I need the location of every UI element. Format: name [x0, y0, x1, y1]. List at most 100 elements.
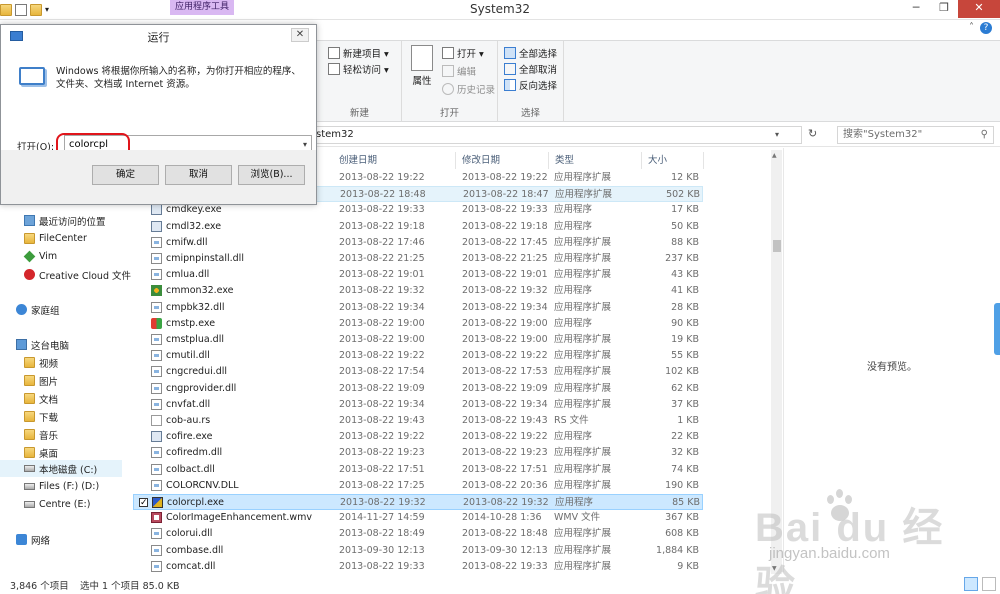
recent-places-icon [24, 215, 35, 226]
file-row[interactable]: comcat.dll 2013-08-22 19:33 2013-08-22 19:… [133, 559, 703, 575]
nav-item-music[interactable]: 音乐 [0, 426, 133, 443]
scroll-up-icon[interactable]: ▲ [772, 152, 777, 159]
file-row[interactable]: colbact.dll 2013-08-22 17:51 2013-08-22 17… [133, 462, 703, 478]
column-header-size[interactable]: 大小 [642, 152, 704, 169]
file-created-date: 2013-08-22 19:18 [339, 220, 425, 232]
file-row[interactable]: cnvfat.dll 2013-08-22 19:34 2013-08-22 19:… [133, 397, 703, 413]
file-row[interactable]: cmutil.dll 2013-08-22 19:22 2013-08-22 19:… [133, 348, 703, 364]
nav-item-filecenter[interactable]: FileCenter [0, 230, 133, 247]
close-button[interactable]: ✕ [958, 0, 1000, 18]
file-type: 应用程序扩展 [554, 560, 612, 572]
navigation-pane: 最近访问的位置 FileCenter Vim Creative Cloud 文件… [0, 148, 133, 572]
file-row[interactable]: colorui.dll 2013-08-22 18:49 2013-08-22 18… [133, 526, 703, 542]
file-name: cmdl32.exe [166, 220, 222, 232]
file-created-date: 2013-08-22 21:25 [339, 253, 425, 264]
cancel-button[interactable]: 取消 [165, 165, 232, 185]
file-row[interactable]: cofiredm.dll 2013-08-22 19:23 2013-08-22 1… [133, 445, 703, 461]
ok-button[interactable]: 确定 [92, 165, 159, 185]
properties-button[interactable]: 属性 [405, 45, 439, 87]
properties-big-icon [411, 45, 433, 71]
file-type: 应用程序扩展 [554, 447, 612, 459]
file-created-date: 2013-08-22 19:22 [339, 350, 425, 362]
nav-item-files-d[interactable]: Files (F:) (D:) [0, 478, 133, 495]
file-type: 应用程序扩展 [554, 382, 612, 394]
address-field[interactable]: stem32 ▾ [312, 126, 802, 144]
file-created-date: 2013-08-22 19:22 [339, 172, 425, 183]
nav-item-pictures[interactable]: 图片 [0, 372, 133, 389]
run-description: Windows 将根据你所输入的名称，为你打开相应的程序、文件夹、文档或 Int… [56, 66, 301, 90]
nav-item-downloads[interactable]: 下载 [0, 408, 133, 425]
details-view-icon[interactable] [964, 577, 978, 591]
file-row[interactable]: cmstplua.dll 2013-08-22 19:00 2013-08-22 1… [133, 332, 703, 348]
window-title: System32 [469, 2, 531, 16]
open-button[interactable]: 打开 ▾ [442, 45, 484, 61]
column-header-created[interactable]: 创建日期 [333, 152, 456, 169]
file-modified-date: 2013-08-22 19:23 [462, 447, 548, 459]
scroll-down-icon[interactable]: ▼ [772, 565, 777, 572]
minimize-button[interactable]: ─ [902, 0, 930, 18]
file-row[interactable]: cmifw.dll 2013-08-22 17:46 2013-08-22 17:4… [133, 235, 703, 251]
file-row[interactable]: COLORCNV.DLL 2013-08-22 17:25 2013-08-22 2… [133, 478, 703, 494]
new-item-button[interactable]: 新建项目 ▾ [328, 45, 389, 61]
nav-item-this-pc[interactable]: 这台电脑 [0, 336, 133, 353]
large-icons-view-icon[interactable] [982, 577, 996, 591]
file-row[interactable]: combase.dll 2013-09-30 12:13 2013-09-30 12… [133, 543, 703, 559]
file-size: 74 KB [671, 463, 699, 475]
file-row[interactable]: cngprovider.dll 2013-08-22 19:09 2013-08-2… [133, 381, 703, 397]
edit-button[interactable]: 编辑 [442, 63, 476, 79]
file-created-date: 2013-08-22 19:33 [339, 560, 425, 572]
refresh-icon[interactable]: ↻ [808, 127, 817, 140]
file-type: 应用程序扩展 [554, 269, 612, 281]
file-size: 102 KB [665, 366, 699, 378]
file-row[interactable]: cob-au.rs 2013-08-22 19:43 2013-08-22 19:4… [133, 413, 703, 429]
select-all-button[interactable]: 全部选择 [504, 45, 557, 61]
nav-item-recent[interactable]: 最近访问的位置 [0, 212, 133, 229]
file-row[interactable]: cmmon32.exe 2013-08-22 19:32 2013-08-22 19… [133, 283, 703, 299]
browse-button[interactable]: 浏览(B)... [238, 165, 305, 185]
file-row[interactable]: cmipnpinstall.dll 2013-08-22 21:25 2013-08… [133, 251, 703, 267]
nav-item-creative-cloud[interactable]: Creative Cloud 文件 [0, 266, 133, 283]
file-row[interactable]: cmstp.exe 2013-08-22 19:00 2013-08-22 19:0… [133, 316, 703, 332]
file-list-scrollbar[interactable]: ▲ ▼ [771, 150, 782, 574]
file-size: 28 KB [671, 301, 699, 313]
run-dialog-close-button[interactable]: ✕ [291, 28, 309, 42]
nav-item-centre-e[interactable]: Centre (E:) [0, 496, 133, 513]
nav-item-vim[interactable]: Vim [0, 248, 133, 265]
nav-item-videos[interactable]: 视频 [0, 354, 133, 371]
scrollbar-thumb[interactable] [773, 240, 781, 252]
side-tab-handle[interactable] [994, 303, 1000, 355]
row-checkbox[interactable] [139, 495, 149, 511]
file-created-date: 2013-08-22 18:49 [339, 528, 425, 540]
file-size: 55 KB [671, 350, 699, 362]
file-size: 190 KB [665, 479, 699, 491]
column-header-modified[interactable]: 修改日期 [456, 152, 549, 169]
search-icon[interactable]: ⚲ [981, 127, 988, 143]
nav-item-documents[interactable]: 文档 [0, 390, 133, 407]
address-path: stem32 [316, 129, 354, 140]
help-icon[interactable]: ? [980, 22, 992, 34]
nav-item-local-disk[interactable]: 本地磁盘 (C:) [0, 460, 122, 477]
file-size: 85 KB [672, 497, 700, 508]
maximize-button[interactable]: ❐ [930, 0, 958, 18]
invert-selection-button[interactable]: 反向选择 [504, 77, 557, 93]
nav-item-desktop[interactable]: 桌面 [0, 444, 133, 461]
column-header-type[interactable]: 类型 [549, 152, 642, 169]
select-none-button[interactable]: 全部取消 [504, 61, 557, 77]
file-row[interactable]: cmdl32.exe 2013-08-22 19:18 2013-08-22 19:… [133, 219, 703, 235]
nav-item-network[interactable]: 网络 [0, 531, 133, 548]
status-bar: 3,846 个项目 选中 1 个项目 85.0 KB [0, 574, 1000, 594]
file-row[interactable]: cmpbk32.dll 2013-08-22 19:34 2013-08-22 19… [133, 300, 703, 316]
history-button[interactable]: 历史记录 [442, 81, 495, 97]
easy-access-button[interactable]: 轻松访问 ▾ [328, 61, 389, 77]
address-history-dropdown-icon[interactable]: ▾ [775, 127, 779, 143]
file-row[interactable]: cofire.exe 2013-08-22 19:22 2013-08-22 19:… [133, 429, 703, 445]
file-row[interactable]: ColorImageEnhancement.wmv 2014-11-27 14:5… [133, 510, 703, 526]
file-name: cofiredm.dll [166, 447, 223, 459]
file-row[interactable]: cngcredui.dll 2013-08-22 17:54 2013-08-22 … [133, 364, 703, 380]
search-input[interactable]: 搜索"System32" ⚲ [837, 126, 994, 144]
ribbon-collapse-icon[interactable]: ˄ [969, 22, 974, 33]
edit-icon [442, 65, 454, 77]
file-row[interactable]: colorcpl.exe 2013-08-22 19:32 2013-08-22 1… [133, 494, 703, 511]
nav-item-homegroup[interactable]: 家庭组 [0, 301, 133, 318]
file-row[interactable]: cmlua.dll 2013-08-22 19:01 2013-08-22 19:0… [133, 267, 703, 283]
